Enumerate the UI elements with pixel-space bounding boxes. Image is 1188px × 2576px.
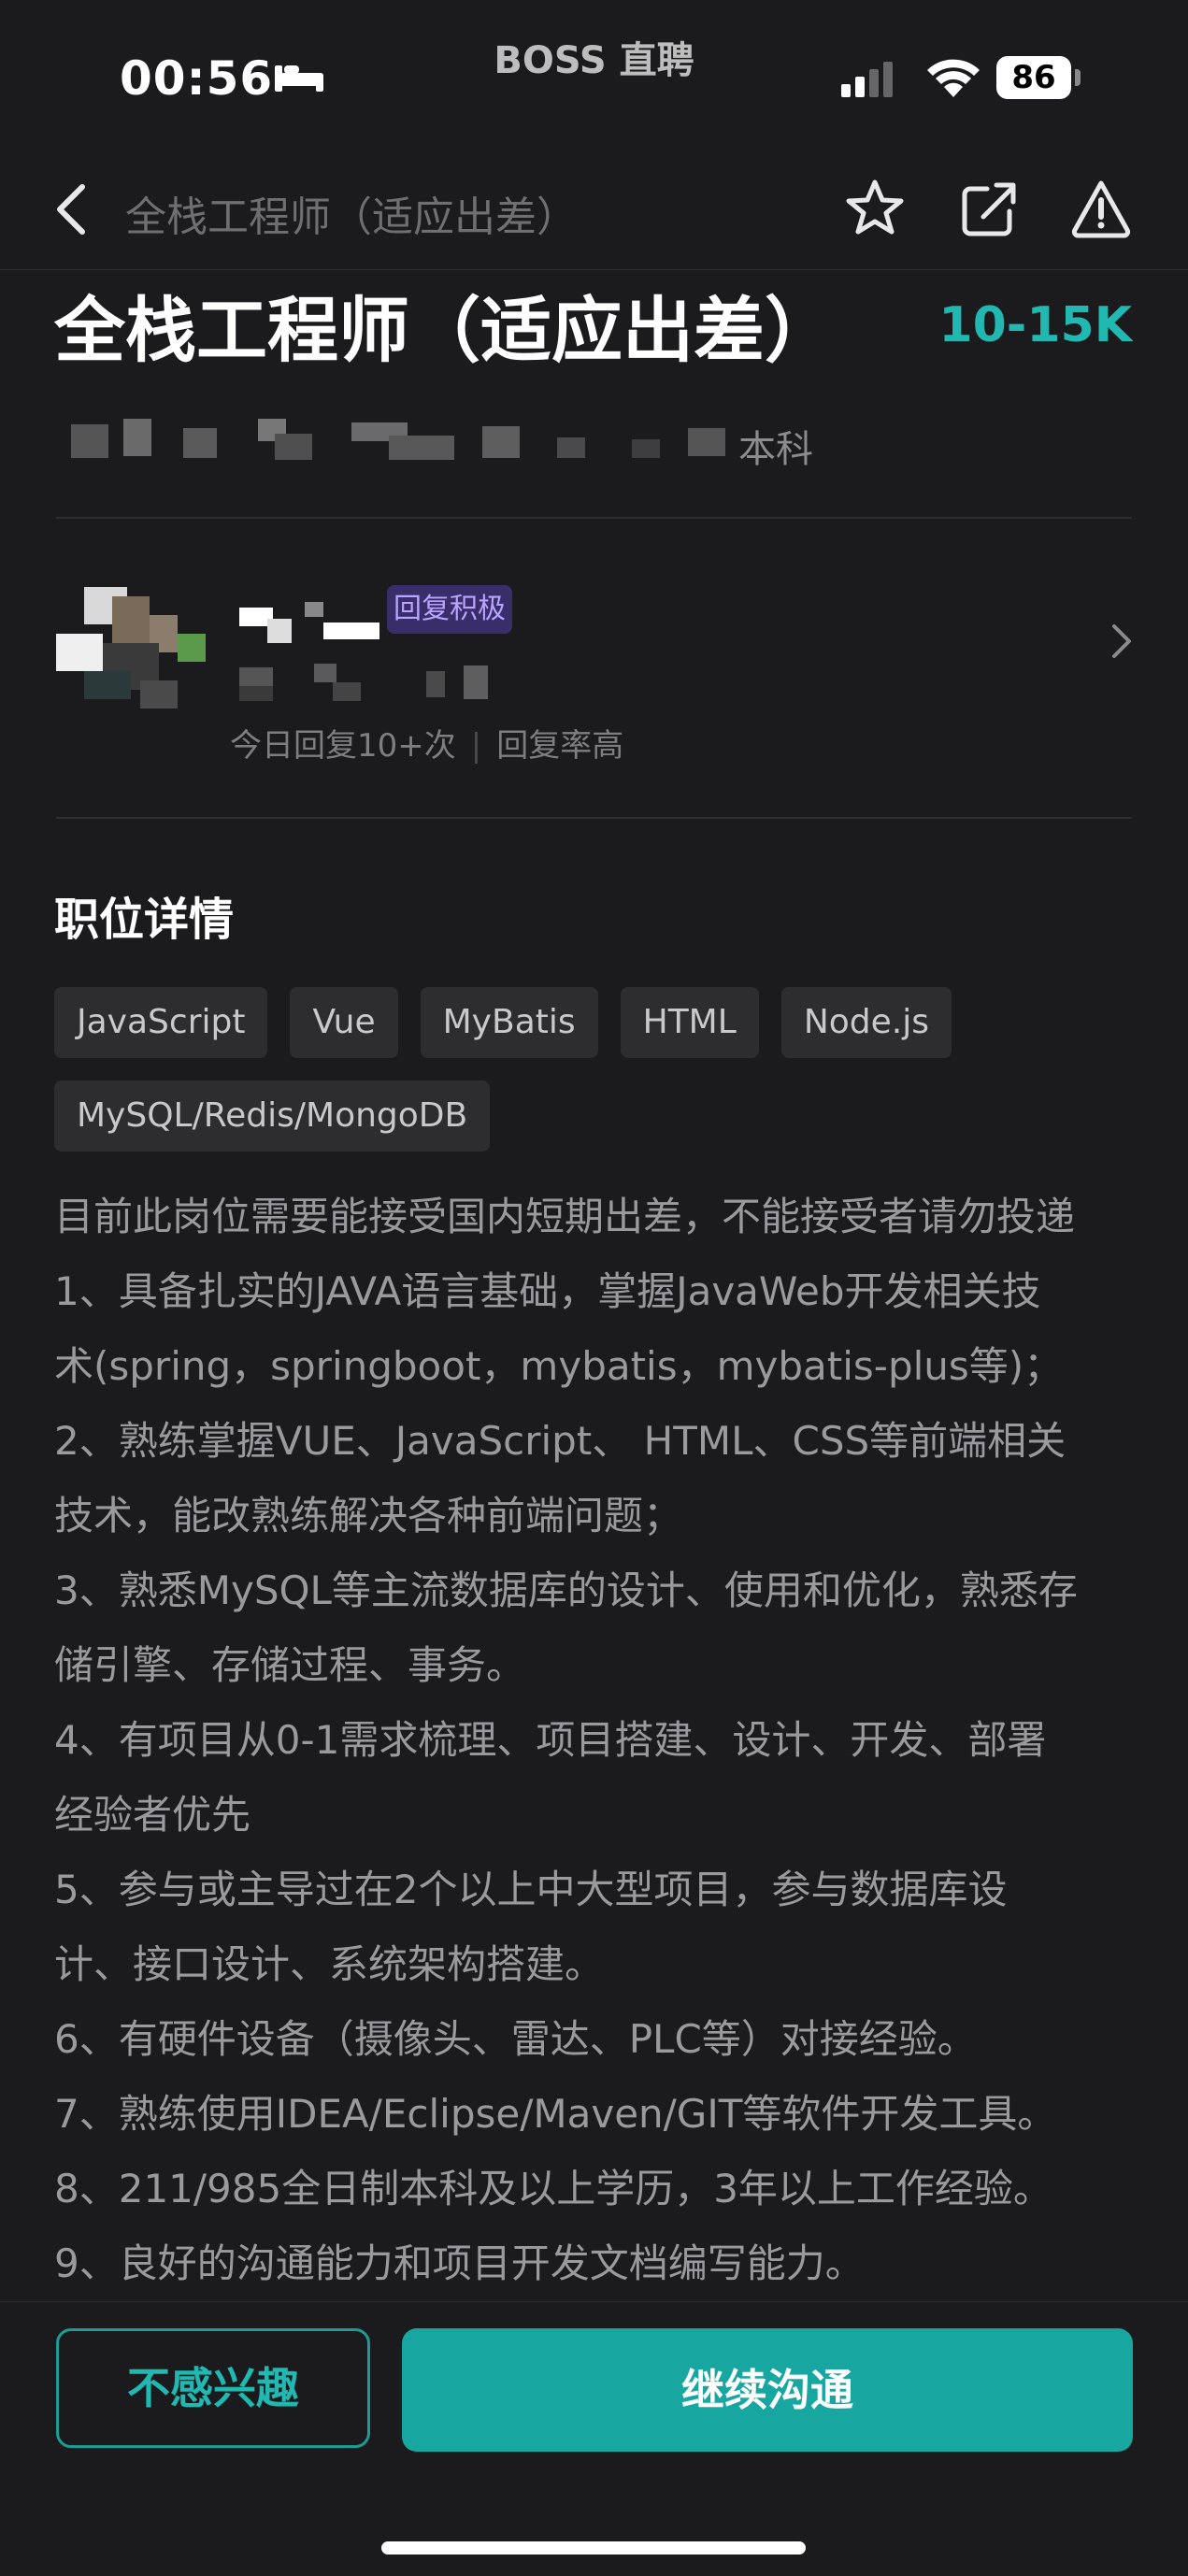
description-line: 8、211/985全日制本科及以上学历，3年以上工作经验。 bbox=[54, 2166, 1052, 2211]
description-line: 7、熟练使用IDEA/Eclipse/Maven/GIT等软件开发工具。 bbox=[54, 2091, 1057, 2137]
description-line: 9、良好的沟通能力和项目开发文档编写能力。 bbox=[54, 2240, 865, 2286]
recruiter-name-blurred bbox=[239, 602, 379, 643]
warning-icon[interactable] bbox=[1071, 178, 1131, 239]
battery-icon: 86 bbox=[996, 56, 1082, 101]
nav-title: 全栈工程师（适应出差） bbox=[125, 193, 578, 241]
job-description: 目前此岗位需要能接受国内短期出差，不能接受者请勿投递 1、具备扎实的JAVA语言… bbox=[54, 1180, 1138, 2301]
description-line: 5、参与或主导过在2个以上中大型项目，参与数据库设 bbox=[54, 1867, 1008, 1912]
education-requirement: 本科 bbox=[738, 428, 813, 471]
description-line: 储引擎、存储过程、事务。 bbox=[54, 1642, 526, 1688]
skill-tag: Vue bbox=[290, 987, 398, 1058]
description-line: 术(spring，springboot，mybatis，mybatis-plus… bbox=[54, 1343, 1064, 1389]
chevron-right-icon[interactable] bbox=[1110, 621, 1133, 662]
back-icon[interactable] bbox=[52, 181, 90, 237]
job-title: 全栈工程师（适应出差） bbox=[54, 289, 836, 372]
description-line: 4、有项目从0-1需求梳理、项目搭建、设计、开发、部署 bbox=[54, 1717, 1047, 1763]
reply-rate: 回复率高 bbox=[496, 727, 624, 765]
continue-chat-button[interactable]: 继续沟通 bbox=[402, 2328, 1133, 2452]
recruiter-title-blurred bbox=[239, 664, 488, 701]
star-icon[interactable] bbox=[844, 178, 906, 239]
divider bbox=[56, 517, 1132, 519]
description-line: 计、接口设计、系统架构搭建。 bbox=[54, 1941, 605, 1987]
not-interested-button[interactable]: 不感兴趣 bbox=[56, 2328, 370, 2448]
skill-tag: MyBatis bbox=[420, 987, 598, 1058]
salary: 10-15K bbox=[938, 297, 1132, 353]
skill-tag: Node.js bbox=[780, 987, 952, 1058]
share-icon[interactable] bbox=[959, 178, 1019, 239]
home-indicator[interactable] bbox=[381, 2541, 806, 2555]
bottom-action-bar: 不感兴趣 继续沟通 bbox=[0, 2301, 1188, 2576]
company-meta-blurred bbox=[71, 419, 725, 460]
reply-count: 今日回复10+次 bbox=[230, 727, 456, 765]
description-line: 2、熟练掌握VUE、JavaScript、 HTML、CSS等前端相关 bbox=[54, 1418, 1066, 1464]
signal-icon bbox=[841, 62, 893, 97]
navbar: 全栈工程师（适应出差） bbox=[0, 150, 1188, 270]
recruiter-avatar[interactable] bbox=[56, 587, 206, 708]
section-title: 职位详情 bbox=[54, 894, 235, 946]
divider bbox=[56, 817, 1132, 819]
skill-tag: HTML bbox=[620, 987, 759, 1058]
description-line: 6、有硬件设备（摄像头、雷达、PLC等）对接经验。 bbox=[54, 2016, 977, 2062]
wifi-icon bbox=[927, 59, 980, 97]
description-line: 经验者优先 bbox=[54, 1792, 251, 1838]
status-bar: 00:56 BOSS 直聘 86 bbox=[0, 0, 1188, 150]
skill-tags: JavaScript Vue MyBatis HTML Node.js MySQ… bbox=[54, 987, 1138, 1152]
skill-tag: JavaScript bbox=[54, 987, 268, 1058]
reply-info: 今日回复10+次 | 回复率高 bbox=[230, 727, 624, 765]
skill-tag: MySQL/Redis/MongoDB bbox=[54, 1080, 491, 1152]
description-line: 1、具备扎实的JAVA语言基础，掌握JavaWeb开发相关技 bbox=[54, 1268, 1041, 1314]
description-line: 技术，能改熟练解决各种前端问题； bbox=[54, 1493, 683, 1538]
battery-level: 86 bbox=[996, 56, 1071, 99]
active-reply-badge: 回复积极 bbox=[387, 585, 512, 634]
description-line: 目前此岗位需要能接受国内短期出差，不能接受者请勿投递 bbox=[54, 1194, 1076, 1239]
description-line: 3、熟悉MySQL等主流数据库的设计、使用和优化，熟悉存 bbox=[54, 1567, 1078, 1613]
